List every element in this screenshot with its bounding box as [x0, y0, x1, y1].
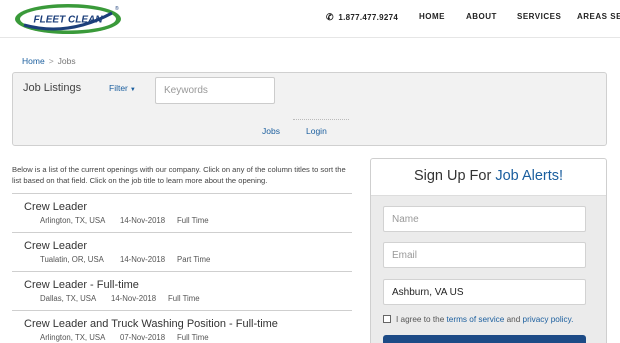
phone-icon: ✆ — [326, 12, 334, 22]
job-title-link[interactable]: Crew Leader — [24, 240, 87, 252]
site-header: FLEET CLEAN ® ✆ 1.877.477.9274 HOME ABOU… — [0, 0, 620, 38]
job-alerts-box: Sign Up For Job Alerts! I agree to the t… — [370, 158, 607, 343]
job-title-link[interactable]: Crew Leader — [24, 201, 87, 213]
job-list: Crew Leader Arlington, TX, USA 14-Nov-201… — [12, 193, 352, 343]
job-date: 14-Nov-2018 — [120, 255, 166, 264]
svg-text:®: ® — [115, 5, 119, 12]
nav-areas-served[interactable]: AREAS SERV — [577, 12, 620, 21]
job-search-panel: Job Listings Filter▼ Jobs Login — [12, 72, 607, 146]
panel-title: Job Listings — [23, 82, 82, 94]
tab-login[interactable]: Login — [306, 126, 327, 136]
tab-divider — [293, 119, 349, 120]
name-input[interactable] — [383, 206, 586, 232]
job-location: Arlington, TX, USA — [40, 333, 106, 342]
breadcrumb-current: Jobs — [57, 56, 76, 66]
keywords-input[interactable] — [155, 77, 275, 104]
heading-highlight: Job Alerts! — [495, 168, 564, 184]
job-type: Full Time — [177, 333, 209, 342]
heading-prefix: Sign Up For — [413, 168, 492, 184]
job-row: Crew Leader - Full-time Dallas, TX, USA 1… — [12, 271, 352, 310]
terms-agreement: I agree to the terms of service and priv… — [383, 315, 573, 324]
job-type: Part Time — [177, 255, 211, 264]
terms-link[interactable]: terms of service — [447, 315, 505, 324]
job-meta: Tualatin, OR, USA 14-Nov-2018 Part Time — [40, 255, 210, 264]
svg-text:FLEET CLEAN: FLEET CLEAN — [34, 15, 104, 26]
breadcrumb: Home > Jobs — [22, 56, 76, 66]
job-row: Crew Leader Tualatin, OR, USA 14-Nov-2018… — [12, 232, 352, 271]
job-alerts-heading: Sign Up For Job Alerts! — [371, 159, 606, 195]
tab-jobs[interactable]: Jobs — [262, 126, 280, 136]
breadcrumb-separator: > — [48, 56, 54, 66]
signup-button[interactable] — [383, 335, 586, 343]
filter-label: Filter — [109, 83, 128, 93]
job-title-link[interactable]: Crew Leader and Truck Washing Position -… — [24, 318, 278, 330]
job-meta: Dallas, TX, USA 14-Nov-2018 Full Time — [40, 294, 200, 303]
job-meta: Arlington, TX, USA 14-Nov-2018 Full Time — [40, 216, 209, 225]
agree-checkbox[interactable] — [383, 315, 391, 323]
fleet-clean-logo[interactable]: FLEET CLEAN ® — [14, 3, 122, 35]
caret-down-icon: ▼ — [129, 87, 136, 93]
job-date: 14-Nov-2018 — [120, 216, 166, 225]
job-date: 07-Nov-2018 — [120, 333, 166, 342]
job-row: Crew Leader and Truck Washing Position -… — [12, 310, 352, 343]
job-location: Tualatin, OR, USA — [40, 255, 104, 264]
job-title-link[interactable]: Crew Leader - Full-time — [24, 279, 139, 291]
location-input[interactable] — [383, 279, 586, 305]
job-location: Arlington, TX, USA — [40, 216, 106, 225]
job-row: Crew Leader Arlington, TX, USA 14-Nov-201… — [12, 193, 352, 232]
job-type: Full Time — [168, 294, 200, 303]
agree-prefix: I agree to the — [396, 315, 445, 324]
phone-link[interactable]: ✆ 1.877.477.9274 — [326, 12, 398, 23]
job-date: 14-Nov-2018 — [111, 294, 157, 303]
job-location: Dallas, TX, USA — [40, 294, 97, 303]
email-input[interactable] — [383, 242, 586, 268]
phone-number: 1.877.477.9274 — [338, 13, 399, 22]
job-type: Full Time — [177, 216, 209, 225]
nav-home[interactable]: HOME — [419, 12, 445, 21]
privacy-link[interactable]: privacy policy. — [523, 315, 574, 324]
filter-dropdown[interactable]: Filter ▼ — [109, 83, 136, 93]
intro-text: Below is a list of the current openings … — [12, 165, 346, 185]
nav-services[interactable]: SERVICES — [517, 12, 561, 21]
job-meta: Arlington, TX, USA 07-Nov-2018 Full Time — [40, 333, 209, 342]
breadcrumb-home-link[interactable]: Home — [22, 56, 45, 66]
agree-and: and — [506, 315, 521, 324]
nav-about[interactable]: ABOUT — [466, 12, 497, 21]
